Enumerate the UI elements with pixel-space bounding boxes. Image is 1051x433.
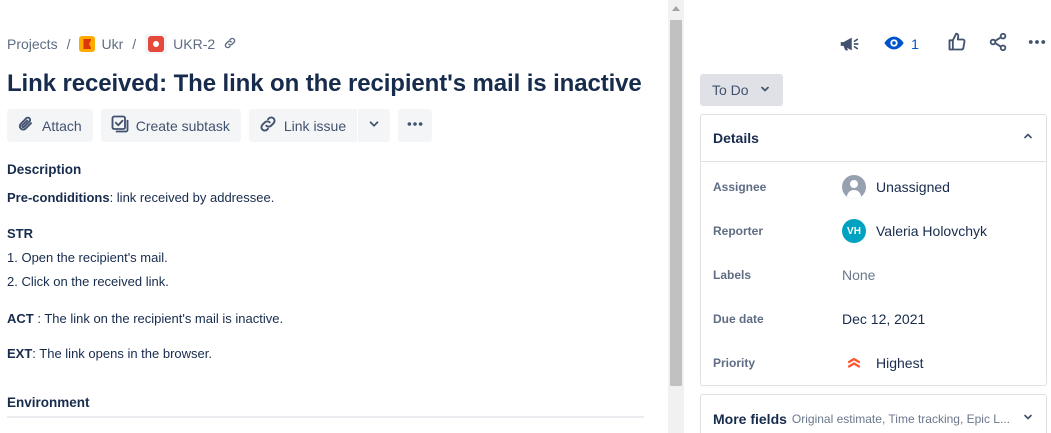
- labels-field[interactable]: None: [842, 267, 875, 283]
- breadcrumb-separator: /: [66, 36, 71, 52]
- priority-highest-icon: [842, 354, 866, 373]
- more-actions-button[interactable]: [398, 109, 433, 142]
- breadcrumb-project-link[interactable]: Ukr: [79, 36, 123, 52]
- description-heading: Description: [7, 162, 82, 177]
- due-date-field[interactable]: Dec 12, 2021: [842, 311, 925, 327]
- ext-label: EXT: [7, 346, 33, 361]
- priority-row: Priority Highest: [713, 351, 1034, 375]
- give-feedback-button[interactable]: [837, 32, 861, 60]
- reporter-value: Valeria Holovchyk: [876, 223, 988, 239]
- copy-link-icon[interactable]: [223, 36, 237, 53]
- priority-label: Priority: [713, 356, 756, 370]
- paperclip-icon: [16, 114, 36, 137]
- bug-type-icon-wrap[interactable]: [145, 34, 168, 54]
- act-text: : The link on the recipient's mail is in…: [33, 311, 284, 326]
- create-subtask-button[interactable]: Create subtask: [100, 109, 241, 142]
- reporter-field[interactable]: VH Valeria Holovchyk: [842, 219, 987, 243]
- scroll-thumb[interactable]: [670, 20, 682, 386]
- details-panel: Details Assignee Unassigned Reporter VH …: [700, 114, 1047, 386]
- project-avatar-icon: [79, 36, 96, 52]
- breadcrumb: Projects / Ukr / UKR-2: [7, 33, 237, 55]
- assignee-label: Assignee: [713, 180, 767, 194]
- status-label: To Do: [712, 82, 749, 98]
- labels-value: None: [842, 267, 876, 283]
- main-scrollbar[interactable]: [668, 0, 684, 433]
- breadcrumb-issue-key: UKR-2: [173, 36, 216, 52]
- issue-actions-more-button[interactable]: [1025, 30, 1049, 58]
- description-preconditions[interactable]: Pre-condiditions: link received by addre…: [7, 190, 274, 205]
- unassigned-avatar-icon: [842, 175, 866, 199]
- reporter-label: Reporter: [713, 224, 764, 238]
- labels-row: Labels None: [713, 263, 1034, 287]
- preconditions-text: : link received by addressee.: [109, 190, 275, 205]
- watch-button[interactable]: 1: [881, 30, 921, 58]
- more-horizontal-icon: [406, 115, 424, 136]
- str-heading: STR: [7, 226, 33, 241]
- link-issue-split-button: Link issue: [248, 109, 391, 142]
- issue-side-pane: 1 To Do Details Assignee Unassigned Repo…: [684, 0, 1051, 433]
- priority-field[interactable]: Highest: [842, 354, 923, 373]
- due-date-label: Due date: [713, 312, 764, 326]
- more-fields-title: More fields: [713, 411, 787, 427]
- str-step-2: 2. Click on the received link.: [7, 274, 169, 289]
- preconditions-label: Pre-condiditions: [7, 190, 110, 205]
- chevron-down-icon: [1022, 410, 1034, 428]
- watch-count: 1: [911, 36, 919, 52]
- thumbs-up-icon: [947, 32, 967, 57]
- chevron-down-icon: [759, 82, 771, 98]
- link-issue-label: Link issue: [283, 117, 347, 134]
- link-icon: [258, 114, 278, 137]
- link-issue-dropdown-button[interactable]: [358, 109, 391, 142]
- description-act: ACT : The link on the recipient's mail i…: [7, 311, 283, 326]
- chevron-down-icon: [367, 117, 381, 134]
- scroll-up-arrow-icon[interactable]: [672, 6, 680, 11]
- assignee-value: Unassigned: [876, 179, 950, 195]
- eye-icon: [883, 32, 905, 57]
- act-label: ACT: [7, 311, 34, 326]
- breadcrumb-projects-link[interactable]: Projects: [7, 36, 58, 52]
- issue-toolbar: Attach Create subtask Link issue: [7, 109, 433, 142]
- bug-icon: [148, 36, 165, 52]
- due-date-value: Dec 12, 2021: [842, 311, 926, 327]
- issue-main-pane: Projects / Ukr / UKR-2 Link received: Th…: [0, 0, 668, 433]
- more-fields-panel[interactable]: More fields Original estimate, Time trac…: [700, 394, 1047, 433]
- description-ext: EXT: The link opens in the browser.: [7, 346, 212, 361]
- create-subtask-label: Create subtask: [135, 117, 230, 134]
- str-step-1: 1. Open the recipient's mail.: [7, 250, 168, 265]
- link-issue-button[interactable]: Link issue: [248, 109, 358, 142]
- environment-heading: Environment: [7, 395, 90, 410]
- more-horizontal-icon: [1027, 32, 1047, 57]
- assignee-row: Assignee Unassigned: [713, 175, 1034, 199]
- priority-value: Highest: [876, 355, 924, 371]
- share-button[interactable]: [986, 30, 1010, 58]
- details-header[interactable]: Details: [701, 115, 1046, 162]
- attach-label: Attach: [42, 117, 82, 134]
- labels-label: Labels: [713, 268, 752, 282]
- attach-button[interactable]: Attach: [7, 109, 93, 142]
- issue-title[interactable]: Link received: The link on the recipient…: [7, 70, 642, 98]
- environment-field[interactable]: [7, 416, 644, 418]
- breadcrumb-separator: /: [132, 36, 137, 52]
- chevron-up-icon: [1022, 129, 1034, 147]
- breadcrumb-issue-link[interactable]: UKR-2: [145, 34, 237, 54]
- due-date-row: Due date Dec 12, 2021: [713, 307, 1034, 331]
- breadcrumb-project-label: Ukr: [101, 36, 124, 52]
- vote-button[interactable]: [945, 30, 969, 58]
- ext-text: : The link opens in the browser.: [32, 346, 212, 361]
- avatar: VH: [842, 219, 866, 243]
- subtask-icon: [110, 114, 130, 137]
- share-icon: [988, 32, 1008, 57]
- assignee-field[interactable]: Unassigned: [842, 175, 950, 199]
- reporter-row: Reporter VH Valeria Holovchyk: [713, 219, 1034, 243]
- status-dropdown-button[interactable]: To Do: [700, 74, 783, 106]
- more-fields-summary: Original estimate, Time tracking, Epic L…: [791, 412, 1010, 426]
- str-label: STR: [7, 226, 33, 241]
- megaphone-icon: [838, 33, 860, 60]
- details-heading: Details: [713, 130, 759, 146]
